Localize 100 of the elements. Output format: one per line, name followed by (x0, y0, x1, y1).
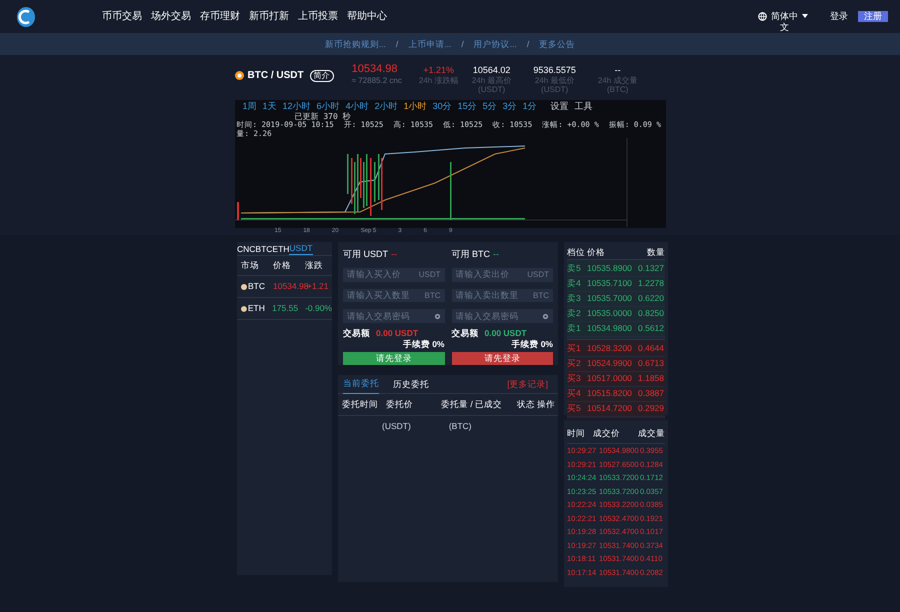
nav-link[interactable]: 币币交易 (102, 9, 142, 24)
login-button[interactable]: 请先登录 (452, 352, 553, 366)
more-records-link[interactable]: [更多记录] (507, 378, 548, 390)
interval-tab[interactable]: 15分 (458, 101, 477, 112)
book-level: 买1 (567, 342, 582, 356)
input-field[interactable]: 请输入买入数里 (343, 288, 424, 302)
order-tab[interactable]: 当前委托 (343, 374, 379, 394)
notice-link[interactable]: 上币申请... (408, 38, 452, 50)
available-value: -- (391, 248, 397, 261)
nav-link[interactable]: 帮助中心 (347, 9, 387, 24)
market-row[interactable]: BTC 10534.98+1.21 (237, 276, 332, 298)
book-level: 买3 (567, 372, 582, 386)
language-selector[interactable]: 简体中文 (758, 10, 818, 32)
nav-link[interactable]: 新币打新 (249, 9, 289, 24)
book-price: 10528.3200 (587, 342, 633, 356)
intro-button[interactable]: 简介 (310, 70, 334, 82)
unit-label: USDT (527, 268, 553, 282)
column-header: 操作 (537, 398, 556, 411)
column-header: 数量 (647, 246, 665, 259)
book-price: 10515.8200 (587, 387, 633, 400)
book-price: 10535.0000 (587, 307, 633, 320)
notice-link[interactable]: 新币抢购规则... (324, 38, 386, 50)
book-amount: 0.4644 (638, 342, 664, 356)
amount-value: 0.00 USDT (484, 327, 527, 340)
input-field[interactable]: 请输入卖出价 (452, 268, 528, 282)
market-tab[interactable]: CNC (237, 243, 256, 255)
book-amount: 0.1327 (638, 262, 664, 276)
book-amount: 0.5612 (638, 322, 664, 336)
interval-tab[interactable]: 1小时 (404, 101, 427, 112)
notice-link[interactable]: 用户协议... (474, 38, 517, 50)
globe-icon (758, 12, 767, 20)
login-button[interactable]: 请先登录 (343, 352, 444, 366)
market-price: 10534.98 (273, 280, 307, 293)
book-level: 买5 (567, 402, 582, 416)
book-amount: 0.2929 (638, 402, 664, 416)
price-cny: ≈ 72885.2 cnc (352, 76, 403, 85)
nav-link[interactable]: 存币理财 (200, 9, 240, 24)
tool-button[interactable]: 工具 (574, 101, 593, 112)
input-field[interactable]: 请输入交易密码 (452, 309, 542, 324)
unit-label: BTC (424, 288, 444, 302)
interval-tab[interactable]: 4小时 (346, 101, 369, 112)
book-price: 10535.8900 (587, 262, 633, 276)
market-tab[interactable]: USDT (289, 242, 313, 255)
coin-icon (234, 71, 244, 80)
market-change: -0.90% (305, 302, 332, 315)
interval-tab[interactable]: 2小时 (374, 101, 398, 112)
book-price: 10517.0000 (587, 372, 633, 386)
stat-label: 24h 涨跌幅 (418, 76, 458, 85)
amount-value: 0.00 USDT (376, 327, 418, 340)
stat-value: 10564.02 (472, 65, 510, 76)
market-tab[interactable]: ETH (272, 243, 290, 255)
interval-tab[interactable]: 12小时 (282, 101, 311, 112)
notice-link[interactable]: 更多公告 (539, 38, 576, 50)
book-level: 卖4 (567, 277, 582, 290)
book-price: 10514.7200 (587, 402, 633, 416)
available-value: -- (493, 248, 500, 261)
nav-link[interactable]: 上币投票 (298, 9, 338, 24)
available-label: 可用 USDT (343, 248, 388, 261)
separator: / (461, 38, 464, 50)
input-field[interactable]: 请输入卖出数里 (452, 288, 533, 302)
settings-icon[interactable] (434, 312, 440, 320)
column-header: 时间 (567, 427, 586, 440)
login-link[interactable]: 登录 (830, 10, 848, 24)
column-header: 状态 (517, 398, 536, 411)
interval-tab[interactable]: 1天 (262, 101, 277, 112)
unit-label: USDT (418, 268, 444, 282)
amount-label: 交易额 (343, 327, 370, 340)
book-price: 10534.9800 (587, 322, 633, 336)
interval-tab[interactable]: 30分 (432, 101, 452, 112)
market-price: 175.55 (272, 302, 300, 315)
input-field[interactable]: 请输入买入价 (343, 268, 419, 282)
interval-tab[interactable]: 3分 (502, 101, 517, 112)
input-field[interactable]: 请输入交易密码 (343, 309, 434, 324)
nav-link[interactable]: 场外交易 (151, 9, 191, 24)
interval-tab[interactable]: 6小时 (316, 101, 340, 112)
column-header: 涨跌 (305, 259, 324, 272)
stat-label: 24h 最低价 (USDT) (534, 76, 576, 94)
interval-tab[interactable]: 5分 (482, 101, 497, 112)
interval-tab[interactable]: 1周 (242, 101, 257, 112)
separator: / (396, 38, 398, 50)
settings-icon[interactable] (542, 312, 549, 320)
book-amount: 0.6713 (638, 357, 664, 370)
column-header: 委托价 (386, 398, 414, 411)
market-tab[interactable]: BTC (255, 243, 272, 255)
unit-label: (BTC) (448, 420, 472, 432)
market-row[interactable]: ETH 175.55 -0.90% (237, 298, 332, 320)
column-header: 价格 (273, 259, 292, 272)
column-header: 委托量 / 已成交 (441, 398, 504, 411)
book-amount: 1.1858 (638, 372, 664, 386)
book-amount: 0.6220 (638, 292, 664, 306)
register-button[interactable]: 注册 (858, 11, 888, 22)
book-price: 10535.7100 (587, 277, 633, 290)
order-tab[interactable]: 历史委托 (393, 374, 429, 394)
caret-icon (802, 14, 808, 18)
logo-icon[interactable] (16, 6, 36, 28)
book-price: 10524.9900 (587, 357, 633, 370)
book-amount: 0.3887 (638, 387, 664, 400)
interval-tab[interactable]: 1分 (522, 101, 537, 112)
update-status: 已更新 370 秒 (294, 112, 351, 121)
tool-button[interactable]: 设置 (550, 101, 569, 112)
